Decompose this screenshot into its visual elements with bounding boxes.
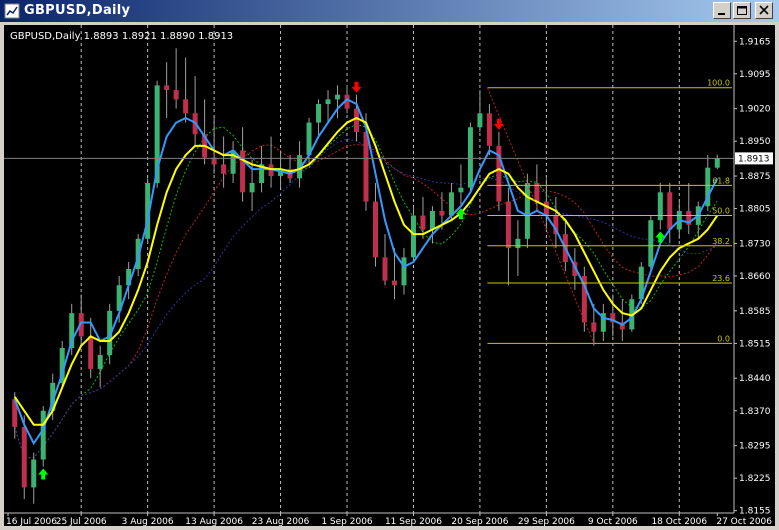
- candle: [401, 257, 407, 286]
- time-tick-label: 13 Aug 2006: [185, 517, 243, 526]
- price-tick-label: 1.8440: [739, 374, 771, 384]
- candle: [335, 94, 341, 100]
- candle: [372, 201, 378, 258]
- candle: [458, 187, 464, 193]
- candle: [21, 427, 27, 488]
- candle: [230, 150, 236, 174]
- candle: [173, 90, 179, 100]
- time-tick-label: 18 Oct 2006: [651, 517, 707, 526]
- time-tick-label: 27 Oct 2006: [716, 517, 772, 526]
- sell-arrow-icon: [493, 118, 504, 130]
- price-tick-label: 1.8585: [739, 307, 771, 317]
- candle: [391, 280, 397, 286]
- price-tick-label: 1.8370: [739, 407, 771, 417]
- window-titlebar[interactable]: GBPUSD,Daily: [0, 0, 779, 22]
- price-tick-label: 1.8730: [739, 239, 771, 249]
- current-price-label: 1.8913: [738, 154, 770, 164]
- price-chart[interactable]: 100.0 61.8 50.0 38.2 23.6 0.0 1.9165 1.9095 1.9…: [4, 25, 775, 527]
- fib-level-label: 23.6: [712, 274, 730, 283]
- candle: [249, 183, 255, 193]
- candle: [467, 127, 473, 188]
- minimize-icon: [718, 13, 725, 15]
- close-icon: [759, 5, 769, 15]
- price-tick-label: 1.8295: [739, 442, 771, 452]
- fib-level-label: 61.8: [712, 176, 730, 185]
- candle: [543, 201, 549, 216]
- time-tick-label: 3 Aug 2006: [122, 517, 174, 526]
- chart-info-label: GBPUSD,Daily 1.8893 1.8921 1.8890 1.8913: [10, 31, 233, 42]
- buy-arrow-icon: [655, 231, 666, 243]
- candle: [667, 192, 673, 230]
- price-tick-label: 1.8805: [739, 205, 771, 215]
- candle: [505, 201, 511, 249]
- close-button[interactable]: [755, 2, 773, 19]
- time-tick-label: 11 Sep 2006: [385, 517, 442, 526]
- candle: [325, 99, 331, 105]
- time-tick-label: 9 Oct 2006: [588, 517, 638, 526]
- candle: [31, 459, 37, 488]
- time-tick-label: 25 Jul 2006: [56, 517, 107, 526]
- candle: [524, 183, 530, 239]
- maximize-icon: [737, 6, 747, 15]
- chart-area[interactable]: 100.0 61.8 50.0 38.2 23.6 0.0 1.9165 1.9095 1.9…: [4, 25, 775, 527]
- candle: [354, 108, 360, 132]
- fib-level-label: 38.2: [712, 237, 730, 246]
- candle: [477, 113, 483, 128]
- window-title: GBPUSD,Daily: [24, 3, 131, 18]
- candle: [97, 354, 103, 369]
- candle: [382, 257, 388, 281]
- candle: [88, 336, 94, 369]
- candle: [439, 210, 445, 216]
- sell-arrow-icon: [351, 81, 362, 93]
- price-tick-label: 1.9095: [739, 70, 771, 80]
- candle: [448, 192, 454, 216]
- candle: [164, 85, 170, 91]
- candle: [410, 215, 416, 258]
- time-tick-label: 16 Jul 2006: [6, 517, 57, 526]
- candle: [363, 131, 369, 202]
- time-tick-label: 29 Sep 2006: [518, 517, 575, 526]
- price-tick-label: 1.8950: [739, 137, 771, 147]
- candle: [591, 322, 597, 332]
- price-tick-label: 1.9020: [739, 105, 771, 115]
- price-tick-label: 1.8225: [739, 474, 771, 484]
- time-tick-label: 20 Sep 2006: [451, 517, 508, 526]
- chart-window-icon: [4, 3, 20, 19]
- maximize-button[interactable]: [733, 2, 751, 19]
- buy-arrow-icon: [38, 468, 49, 480]
- price-tick-label: 1.9165: [739, 37, 771, 47]
- candle: [515, 238, 521, 249]
- price-tick-label: 1.8515: [739, 339, 771, 349]
- price-tick-label: 1.8660: [739, 272, 771, 282]
- candle: [429, 210, 435, 230]
- candle: [221, 164, 227, 174]
- candle: [648, 220, 654, 267]
- price-tick-label: 1.8155: [739, 507, 771, 517]
- price-tick-label: 1.8875: [739, 172, 771, 182]
- candle: [40, 410, 46, 460]
- fib-level-label: 0.0: [717, 334, 730, 343]
- minimize-button[interactable]: [713, 2, 731, 19]
- candle: [183, 99, 189, 114]
- fib-level-label: 100.0: [707, 79, 730, 88]
- candle: [316, 104, 322, 123]
- fib-level-label: 50.0: [712, 207, 730, 216]
- time-tick-label: 1 Sep 2006: [321, 517, 373, 526]
- candle: [714, 158, 720, 168]
- time-tick-label: 23 Aug 2006: [252, 517, 310, 526]
- candle: [486, 113, 492, 146]
- candle: [420, 215, 426, 230]
